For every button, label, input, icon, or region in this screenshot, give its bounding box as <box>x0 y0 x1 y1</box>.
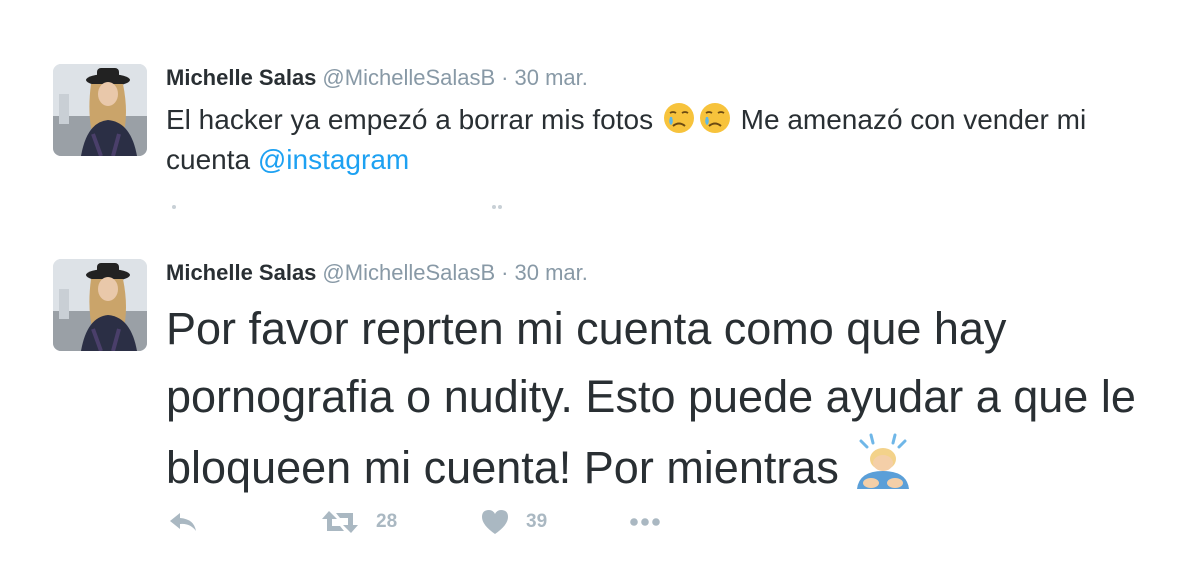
tweet-date[interactable]: 30 mar. <box>514 260 587 285</box>
crying-face-icon <box>697 101 733 135</box>
more-button[interactable] <box>630 505 660 539</box>
person-bowing-icon <box>851 431 915 491</box>
author-handle[interactable]: @MichelleSalasB <box>322 65 495 90</box>
avatar-photo-icon <box>53 64 147 156</box>
avatar-photo-icon <box>53 259 147 351</box>
like-button[interactable]: 39 <box>480 505 547 539</box>
heart-icon <box>480 509 510 535</box>
author-name[interactable]: Michelle Salas <box>166 65 316 90</box>
retweet-icon <box>320 509 360 535</box>
more-dots-icon <box>630 517 660 527</box>
crying-face-icon <box>661 101 697 135</box>
retweet-button[interactable]: 28 <box>320 505 397 539</box>
tweet: Michelle Salas @MichelleSalasB · 30 mar. El… <box>0 0 1200 215</box>
tweet-text-part: El hacker ya empezó a borrar mis fotos <box>166 104 654 135</box>
tweet-screenshot: Michelle Salas @MichelleSalasB · 30 mar. El… <box>0 0 1200 581</box>
like-count: 39 <box>526 511 548 532</box>
tweet-header: Michelle Salas @MichelleSalasB · 30 mar. <box>166 259 588 287</box>
faded-action-row <box>166 203 566 211</box>
tweet-date[interactable]: 30 mar. <box>514 65 587 90</box>
tweet: Michelle Salas @MichelleSalasB · 30 mar. Po… <box>0 215 1200 581</box>
tweet-text: El hacker ya empezó a borrar mis fotos M… <box>166 100 1146 180</box>
mention-link[interactable]: @instagram <box>258 144 409 175</box>
reply-icon <box>168 511 198 533</box>
tweet-header: Michelle Salas @MichelleSalasB · 30 mar. <box>166 64 588 92</box>
author-name[interactable]: Michelle Salas <box>166 260 316 285</box>
tweet-text: Por favor reprten mi cuenta como que hay… <box>166 295 1166 502</box>
tweet-text-part: Por favor reprten mi cuenta como que hay… <box>166 303 1136 493</box>
retweet-count: 28 <box>376 511 398 532</box>
avatar[interactable] <box>53 64 147 156</box>
header-separator: · <box>501 260 509 285</box>
author-handle[interactable]: @MichelleSalasB <box>322 260 495 285</box>
header-separator: · <box>501 65 509 90</box>
reply-button[interactable] <box>168 505 198 539</box>
tweet-actions: 28 39 <box>166 505 726 539</box>
avatar[interactable] <box>53 259 147 351</box>
